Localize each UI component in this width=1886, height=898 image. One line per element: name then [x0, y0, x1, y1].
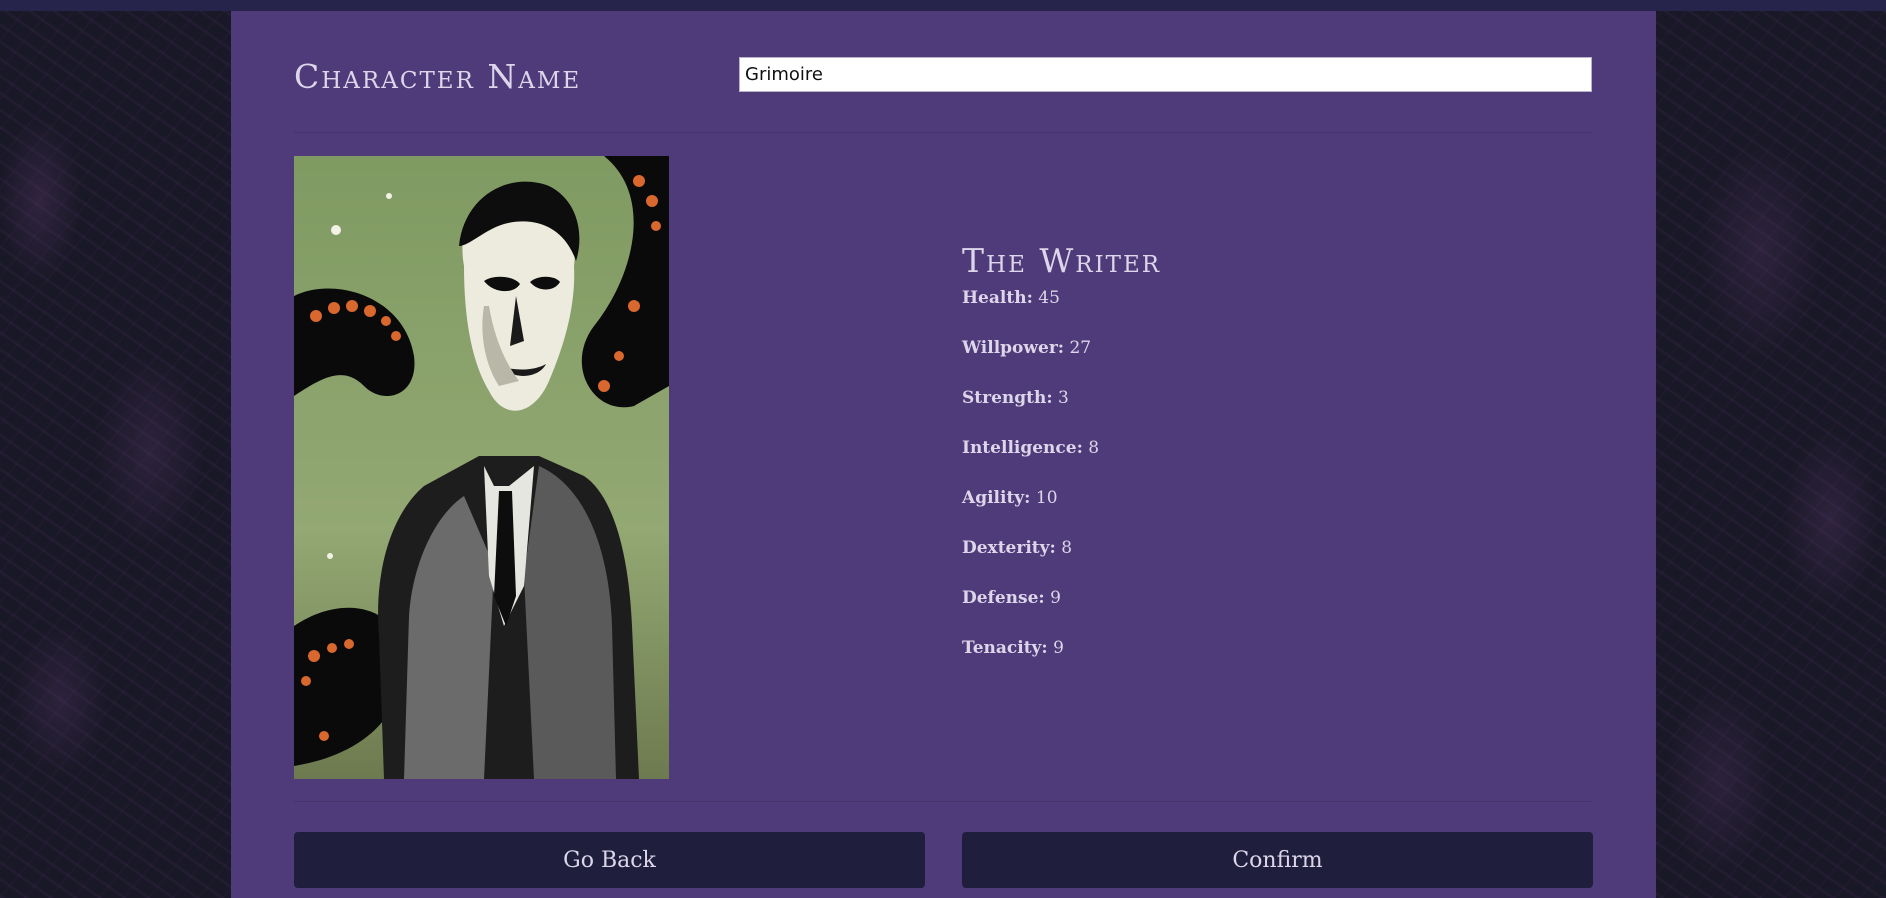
stat-tenacity: Tenacity: 9: [962, 637, 1562, 659]
stat-value: 8: [1088, 438, 1100, 458]
stat-value: 45: [1038, 288, 1060, 308]
confirm-button[interactable]: Confirm: [962, 832, 1593, 888]
stat-dexterity: Dexterity: 8: [962, 537, 1562, 559]
character-name-heading: Character Name: [294, 57, 582, 96]
stat-value: 27: [1069, 338, 1092, 358]
stat-value: 8: [1061, 538, 1073, 558]
character-stats: The Writer Health: 45 Willpower: 27 Stre…: [962, 239, 1562, 659]
stat-health: Health: 45: [962, 287, 1562, 309]
go-back-button[interactable]: Go Back: [294, 832, 925, 888]
stat-label: Tenacity:: [962, 638, 1048, 658]
footer-divider: [294, 801, 1593, 802]
stat-label: Strength:: [962, 388, 1053, 408]
stat-value: 9: [1053, 638, 1064, 658]
stat-intelligence: Intelligence: 8: [962, 437, 1562, 459]
stat-value: 10: [1035, 488, 1058, 508]
writer-portrait-icon: [294, 156, 669, 779]
stat-label: Health:: [962, 288, 1033, 308]
header-divider: [294, 132, 1593, 133]
stat-label: Intelligence:: [962, 438, 1083, 458]
stat-label: Willpower:: [962, 338, 1065, 358]
character-name-input[interactable]: [739, 57, 1592, 92]
character-portrait: [294, 156, 669, 779]
stat-label: Defense:: [962, 588, 1045, 608]
top-bar: [0, 0, 1886, 11]
stat-defense: Defense: 9: [962, 587, 1562, 609]
stat-value: 9: [1050, 588, 1061, 608]
stat-agility: Agility: 10: [962, 487, 1562, 509]
stat-strength: Strength: 3: [962, 387, 1562, 409]
stat-value: 3: [1058, 388, 1069, 408]
stat-willpower: Willpower: 27: [962, 337, 1562, 359]
stat-label: Agility:: [962, 488, 1031, 508]
class-name: The Writer: [962, 241, 1162, 280]
character-creation-panel: Character Name Grimoire The Writer Healt…: [231, 11, 1656, 898]
character-name-row: Character Name: [294, 57, 1593, 97]
stat-label: Dexterity:: [962, 538, 1056, 558]
